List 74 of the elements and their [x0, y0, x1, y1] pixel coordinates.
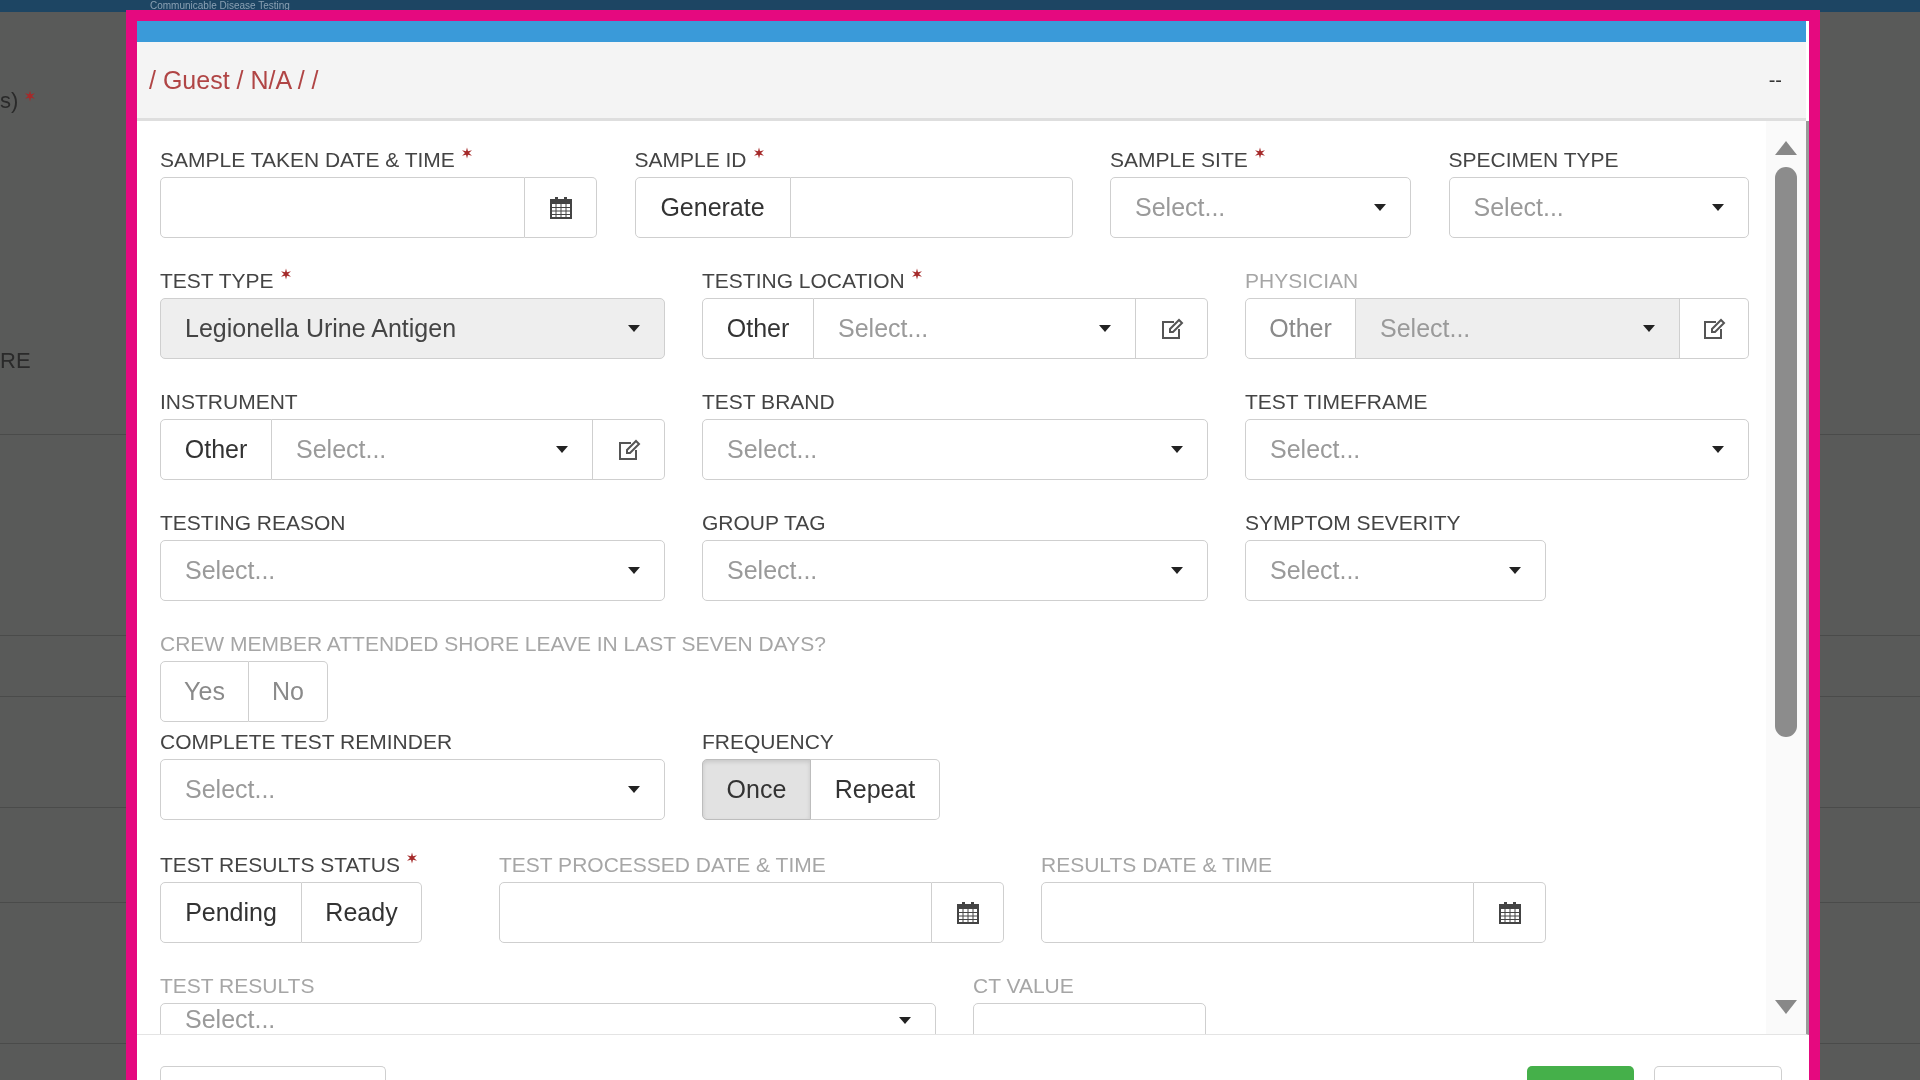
scroll-up-icon — [1775, 141, 1797, 155]
caret-icon — [628, 567, 640, 574]
caret-icon — [1171, 446, 1183, 453]
date-input[interactable] — [160, 177, 525, 238]
caret-icon — [899, 1017, 911, 1024]
field-label: PHYSICIAN — [1245, 268, 1359, 294]
field-label: SAMPLE SITE — [1110, 147, 1248, 173]
caret-icon — [1712, 446, 1724, 453]
field-label: TEST RESULTS — [160, 973, 315, 999]
caret-icon — [1099, 325, 1111, 332]
date-input[interactable] — [1041, 882, 1474, 943]
calendar-button[interactable] — [1474, 882, 1546, 943]
edit-icon — [1702, 317, 1726, 340]
select-field[interactable]: Select... — [1110, 177, 1411, 238]
edit-icon — [616, 438, 641, 461]
caret-icon — [1711, 204, 1724, 211]
select-field[interactable]: Select... — [702, 419, 1208, 480]
select-field[interactable]: Select... — [1245, 540, 1546, 601]
toggle-button[interactable]: Pending — [160, 882, 302, 943]
other-button[interactable]: Other — [702, 298, 814, 359]
scroll-down-icon — [1775, 1000, 1797, 1014]
field-label: GROUP TAG — [702, 510, 826, 536]
field-label: TEST PROCESSED DATE & TIME — [499, 852, 826, 878]
calendar-icon — [956, 901, 979, 924]
field-label: TEST TYPE — [160, 268, 274, 294]
select-field[interactable]: Select... — [1448, 177, 1749, 238]
toggle-button[interactable]: Repeat — [811, 759, 940, 820]
edit-button[interactable] — [1136, 298, 1208, 359]
page-title: Communicable Disease Testing — [150, 0, 291, 12]
field-label: TEST RESULTS STATUS — [160, 852, 400, 878]
edit-icon — [1159, 317, 1184, 340]
sample-id-input[interactable] — [790, 177, 1073, 238]
date-input[interactable] — [499, 882, 932, 943]
field-label: SAMPLE ID — [634, 147, 747, 173]
field-label: COMPLETE TEST REMINDER — [160, 729, 453, 755]
edit-button[interactable] — [593, 419, 665, 480]
field-label: TEST BRAND — [702, 389, 835, 415]
breadcrumb: / Guest / N/A / / — [149, 65, 319, 95]
select-field[interactable]: Select... — [1245, 419, 1749, 480]
select-field[interactable]: Select... — [160, 1003, 936, 1034]
field-label: TEST TIMEFRAME — [1245, 389, 1428, 415]
edit-button[interactable] — [1680, 298, 1749, 359]
other-button[interactable]: Other — [160, 419, 272, 480]
select-field[interactable]: Select... — [160, 540, 665, 601]
caret-icon — [1509, 567, 1521, 574]
caret-icon — [556, 446, 568, 453]
calendar-icon — [549, 196, 572, 219]
toggle-button[interactable]: Ready — [302, 882, 422, 943]
field-label: FREQUENCY — [702, 729, 834, 755]
toggle-button[interactable]: Once — [702, 759, 811, 820]
generate-button[interactable]: Generate — [634, 177, 791, 238]
select-field[interactable]: Select... — [160, 759, 665, 820]
caret-icon — [1171, 567, 1183, 574]
field-label: SYMPTOM SEVERITY — [1245, 510, 1461, 536]
calendar-icon — [1498, 901, 1521, 924]
select-field[interactable]: Select... — [272, 419, 593, 480]
field-label: SAMPLE TAKEN DATE & TIME — [160, 147, 455, 173]
calendar-button[interactable] — [525, 177, 597, 238]
select-field[interactable]: Select... — [702, 540, 1208, 601]
field-label: TESTING REASON — [160, 510, 346, 536]
scrollbar-thumb[interactable] — [1775, 167, 1797, 737]
caret-icon — [628, 325, 640, 332]
field-label: CREW MEMBER ATTENDED SHORE LEAVE IN LAST SEVEN DAYS? — [160, 631, 826, 657]
select-field[interactable]: Select... — [814, 298, 1136, 359]
field-label: RESULTS DATE & TIME — [1041, 852, 1273, 878]
caret-icon — [1374, 204, 1386, 211]
caret-icon — [628, 786, 640, 793]
calendar-button[interactable] — [932, 882, 1004, 943]
field-label: TESTING LOCATION — [702, 268, 905, 294]
header-text: -- — [1768, 68, 1782, 92]
field-label: SPECIMEN TYPE — [1448, 147, 1619, 173]
field-label: INSTRUMENT — [160, 389, 298, 415]
caret-icon — [1643, 325, 1655, 332]
field-label: CT VALUE — [973, 973, 1074, 999]
